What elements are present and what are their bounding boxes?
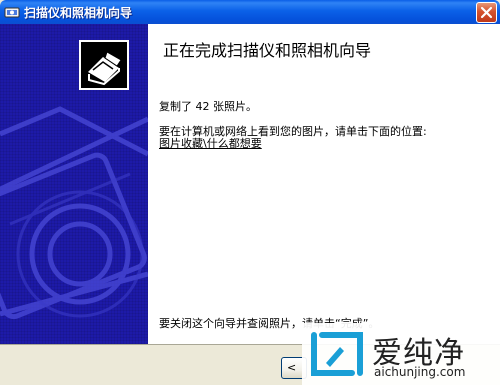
aichunjing-logo-icon: [311, 332, 363, 376]
scanner-wizard-icon: [79, 40, 129, 90]
page-title: 正在完成扫描仪和照相机向导: [163, 41, 372, 60]
close-button[interactable]: [476, 2, 497, 23]
window-title: 扫描仪和照相机向导: [24, 6, 133, 20]
close-icon: [480, 6, 493, 19]
wizard-content: 正在完成扫描仪和照相机向导 复制了 42 张照片。 要在计算机或网络上看到您的图…: [148, 24, 500, 344]
title-bar[interactable]: 扫描仪和照相机向导: [0, 0, 500, 24]
site-watermark: 爱纯净 aichunjing.com: [302, 323, 500, 385]
watermark-url: aichunjing.com: [374, 365, 466, 379]
picture-location-link[interactable]: 图片收藏\什么都想要: [159, 135, 262, 151]
copied-message: 复制了 42 张照片。: [159, 100, 257, 113]
scanner-camera-wizard-icon: [4, 7, 20, 18]
wizard-window: 扫描仪和照相机向导 正在完成扫描仪和照相机向导 复制了 42 张照片。 要在计算…: [0, 0, 500, 385]
wizard-side-panel: [0, 24, 148, 344]
